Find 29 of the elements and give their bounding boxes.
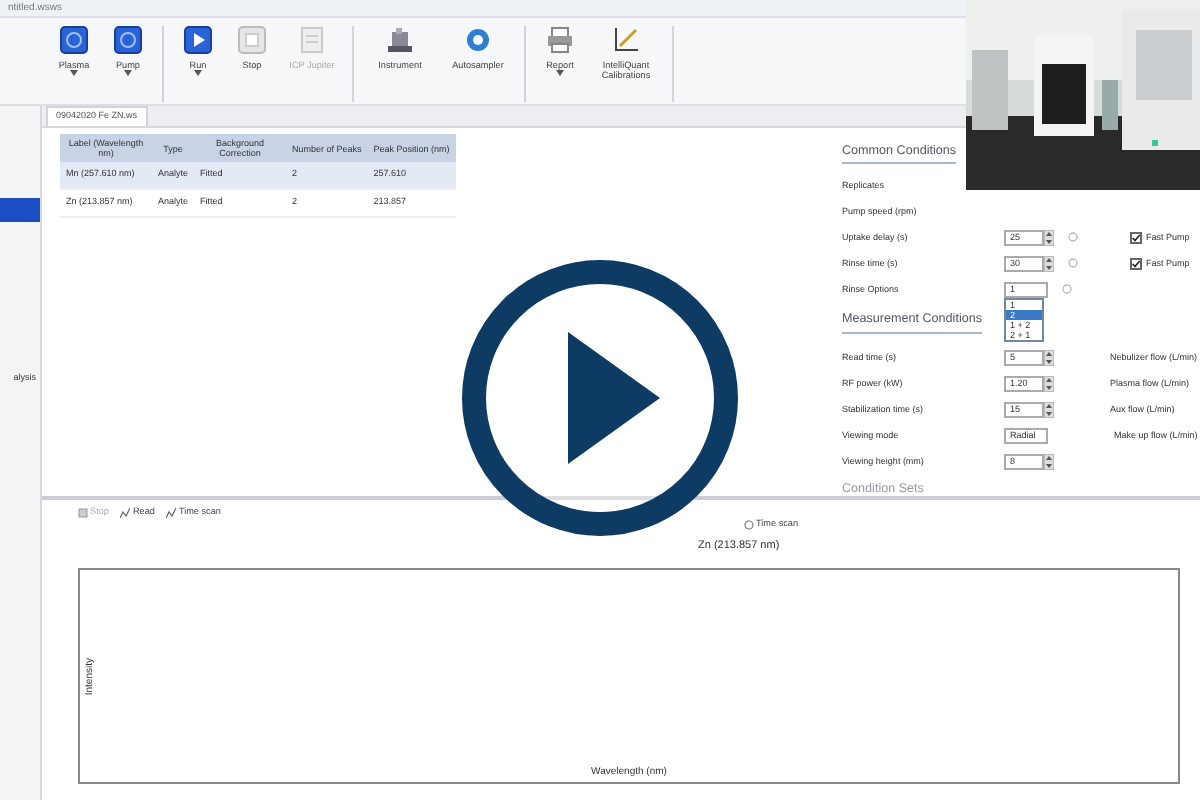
spinner-icon[interactable] (1044, 350, 1054, 367)
document-icon (298, 26, 326, 54)
printer-icon (546, 26, 574, 54)
checkbox-checked-icon[interactable] (1130, 257, 1142, 270)
play-button[interactable] (458, 256, 742, 540)
spectrum-icon (120, 507, 131, 518)
caret-icon (194, 70, 202, 77)
stop-icon (238, 26, 266, 54)
spinner-icon[interactable] (1044, 255, 1054, 272)
spinner-icon[interactable] (1044, 402, 1054, 419)
stop-icon (78, 507, 88, 518)
caret-icon (70, 70, 78, 77)
checkbox-checked-icon[interactable] (1130, 231, 1142, 244)
spinner-icon[interactable] (1044, 229, 1054, 246)
power-icon (114, 26, 142, 54)
autosampler-icon (464, 26, 492, 54)
info-icon (1068, 232, 1078, 243)
spinner-icon[interactable] (1044, 376, 1054, 393)
power-icon (60, 26, 88, 54)
play-icon (184, 26, 212, 54)
info-icon (1068, 258, 1078, 269)
caret-icon (556, 70, 564, 77)
spectrum-icon (166, 507, 177, 518)
calibration-icon (612, 26, 640, 54)
instrument-icon (386, 26, 414, 54)
caret-icon (124, 70, 132, 77)
spinner-icon[interactable] (1044, 454, 1054, 471)
radio-icon[interactable] (744, 519, 754, 530)
info-icon (1062, 284, 1072, 295)
